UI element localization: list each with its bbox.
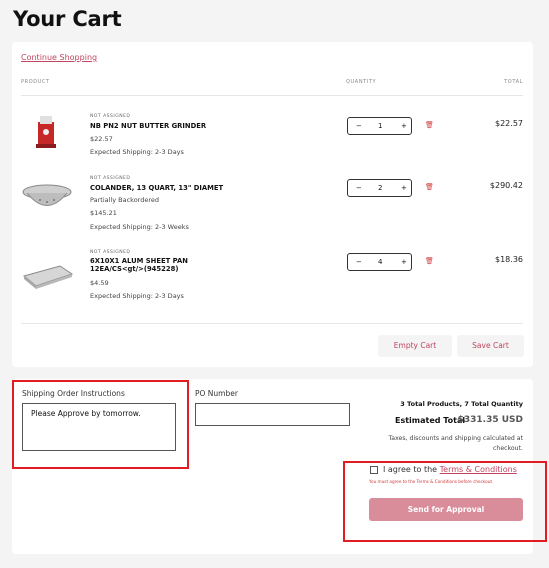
decrease-button[interactable]: − xyxy=(356,184,362,192)
item-price: $145.21 xyxy=(90,209,117,217)
po-label: PO Number xyxy=(195,389,238,398)
divider xyxy=(21,323,523,324)
quantity-stepper: − 4 + xyxy=(347,253,412,271)
item-shipping: Expected Shipping: 2-3 Days xyxy=(90,148,184,156)
cart-card: Continue Shopping PRODUCT QUANTITY TOTAL… xyxy=(12,42,533,367)
quantity-value[interactable]: 1 xyxy=(378,122,382,130)
item-shipping: Expected Shipping: 2-3 Weeks xyxy=(90,223,189,231)
item-price: $4.59 xyxy=(90,279,109,287)
item-price: $22.57 xyxy=(90,135,113,143)
page-title: Your Cart xyxy=(13,7,122,31)
increase-button[interactable]: + xyxy=(401,122,407,130)
quantity-stepper: − 2 + xyxy=(347,179,412,197)
empty-cart-button[interactable]: Empty Cart xyxy=(378,335,452,357)
trash-icon[interactable]: 🗑 xyxy=(425,183,434,191)
item-total: $22.57 xyxy=(495,119,523,128)
taxes-note: Taxes, discounts and shipping calculated… xyxy=(388,435,523,452)
product-image xyxy=(22,184,72,206)
cart-row: NOT ASSIGNED NB PN2 NUT BUTTER GRINDER $… xyxy=(12,112,533,172)
totals-summary: 3 Total Products, 7 Total Quantity xyxy=(400,400,523,408)
product-image xyxy=(36,116,56,148)
product-header: PRODUCT xyxy=(21,79,50,85)
increase-button[interactable]: + xyxy=(401,184,407,192)
continue-shopping-link[interactable]: Continue Shopping xyxy=(21,53,97,62)
item-total: $18.36 xyxy=(495,255,523,264)
estimated-total-label: Estimated Total xyxy=(395,416,466,425)
item-total: $290.42 xyxy=(489,181,523,190)
backorder-note: Partially Backordered xyxy=(90,196,160,204)
item-status: NOT ASSIGNED xyxy=(90,176,131,181)
item-status: NOT ASSIGNED xyxy=(90,114,131,119)
product-image xyxy=(22,265,74,289)
cart-row: NOT ASSIGNED 6X10X1 ALUM SHEET PAN 12EA/… xyxy=(12,248,533,308)
item-name[interactable]: 6X10X1 ALUM SHEET PAN 12EA/CS<gt/>(94522… xyxy=(90,257,230,273)
item-name[interactable]: NB PN2 NUT BUTTER GRINDER xyxy=(90,122,230,130)
trash-icon[interactable]: 🗑 xyxy=(425,257,434,265)
quantity-value[interactable]: 2 xyxy=(378,184,382,192)
save-cart-button[interactable]: Save Cart xyxy=(457,335,524,357)
trash-icon[interactable]: 🗑 xyxy=(425,121,434,129)
cart-row: NOT ASSIGNED COLANDER, 13 QUART, 13" DIA… xyxy=(12,174,533,234)
item-shipping: Expected Shipping: 2-3 Days xyxy=(90,292,184,300)
quantity-value[interactable]: 4 xyxy=(378,258,382,266)
quantity-header: QUANTITY xyxy=(346,79,377,85)
estimated-total-value: $331.35 USD xyxy=(457,415,523,425)
divider xyxy=(21,95,523,96)
highlight-box-approval xyxy=(343,461,547,542)
decrease-button[interactable]: − xyxy=(356,122,362,130)
item-name[interactable]: COLANDER, 13 QUART, 13" DIAMET xyxy=(90,184,230,192)
total-header: TOTAL xyxy=(504,79,523,85)
decrease-button[interactable]: − xyxy=(356,258,362,266)
highlight-box-instructions xyxy=(12,380,189,469)
po-number-input[interactable] xyxy=(195,403,350,426)
quantity-stepper: − 1 + xyxy=(347,117,412,135)
increase-button[interactable]: + xyxy=(401,258,407,266)
item-status: NOT ASSIGNED xyxy=(90,250,131,255)
